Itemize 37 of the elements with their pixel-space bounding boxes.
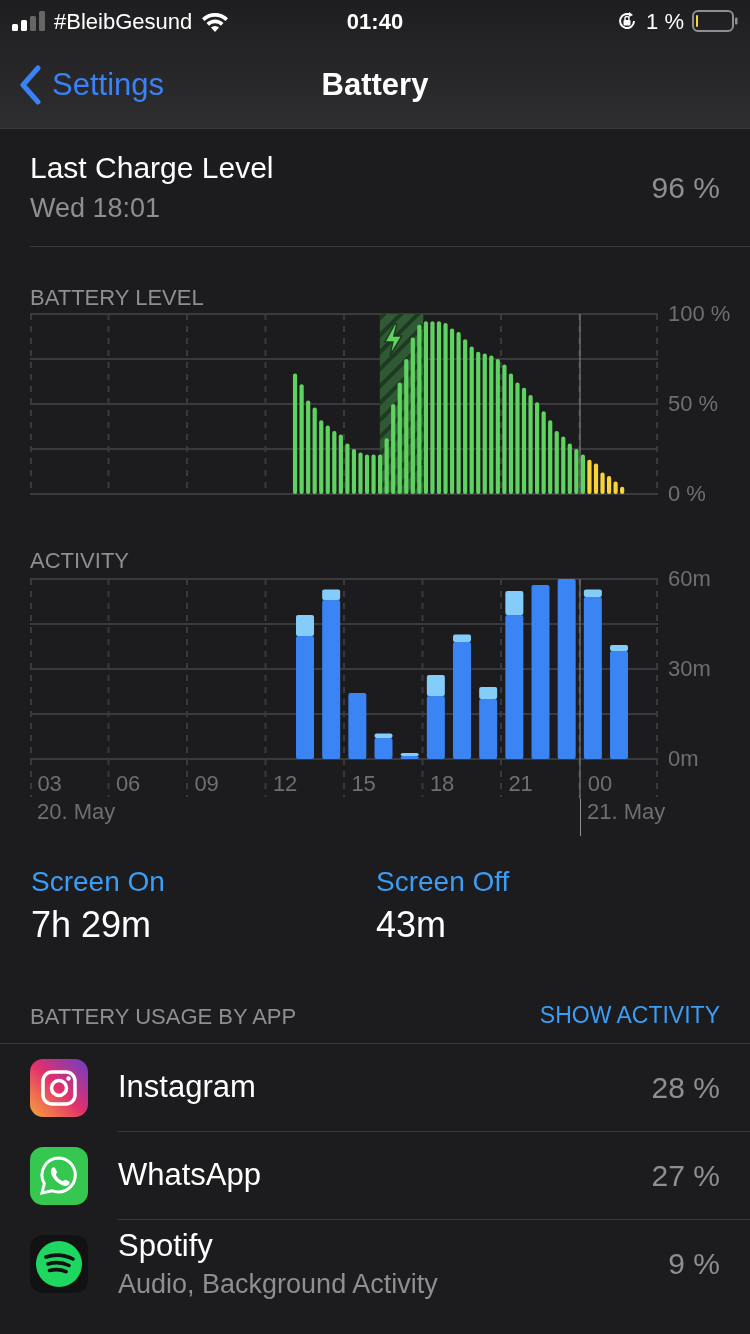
app-name: WhatsApp	[118, 1156, 261, 1194]
screen-time-label: Screen On	[31, 865, 166, 899]
app-percentage: 28 %	[651, 1069, 720, 1106]
page-title: Battery	[321, 65, 429, 104]
screen-time-value: 43m	[376, 903, 448, 947]
axis-label: 0 %	[668, 481, 706, 507]
screen-time-label: Screen Off	[376, 865, 511, 899]
axis-label: 100 %	[668, 301, 731, 327]
axis-label: 00	[586, 771, 614, 797]
battery-percentage: 1 %	[646, 7, 684, 36]
last-charge-time: Wed 18:01	[30, 191, 162, 225]
screen-time-value: 7h 29m	[31, 903, 153, 947]
axis-label: 60m	[668, 566, 711, 592]
status-time: 01:40	[345, 7, 405, 36]
carrier-name: #BleibGesund	[54, 7, 193, 36]
axis-label: 09	[193, 771, 220, 797]
app-detail: Audio, Background Activity	[118, 1267, 438, 1301]
last-charge-value: 96 %	[651, 170, 720, 206]
axis-label: 18	[428, 771, 456, 797]
axis-label: 12	[271, 771, 299, 797]
date-label: 21. May	[587, 799, 666, 825]
app-percentage: 27 %	[651, 1157, 720, 1194]
app-name: Spotify	[118, 1226, 214, 1265]
axis-label: 03	[36, 771, 63, 797]
axis-label: 0m	[668, 746, 699, 772]
section-heading: BATTERY USAGE BY APP	[30, 1002, 297, 1031]
axis-label: 15	[350, 771, 377, 797]
section-heading: BATTERY LEVEL	[30, 285, 205, 311]
section-heading: ACTIVITY	[30, 548, 130, 574]
axis-label: 30m	[668, 656, 711, 682]
app-percentage: 9 %	[668, 1246, 720, 1282]
last-charge-title: Last Charge Level	[30, 149, 274, 186]
axis-label: 06	[114, 771, 142, 797]
date-label: 20. May	[37, 799, 116, 825]
app-name: Instagram	[118, 1068, 256, 1106]
axis-label: 50 %	[668, 391, 719, 417]
axis-label: 21	[507, 771, 534, 797]
